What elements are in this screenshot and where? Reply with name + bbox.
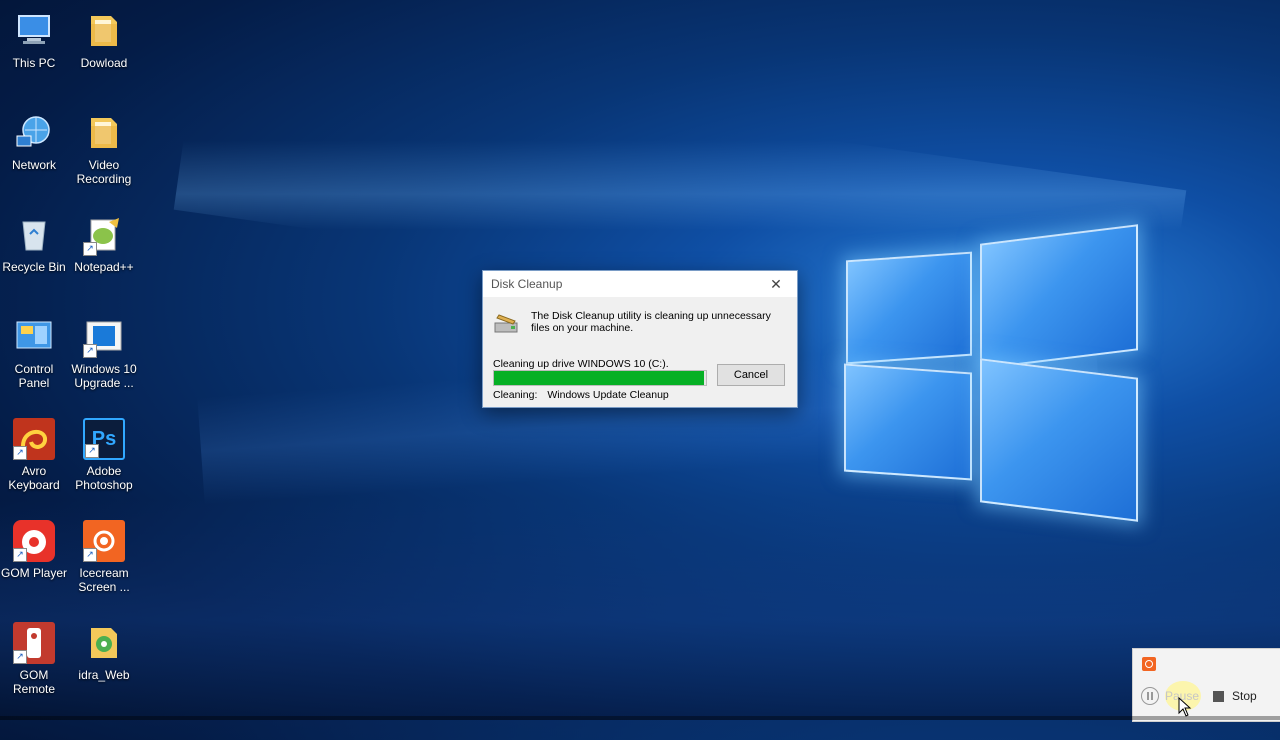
taskbar-edge xyxy=(0,716,1280,720)
shortcut-arrow-icon: ↗ xyxy=(83,242,97,256)
desktop-icon-notepad-plus-plus[interactable]: ↗ Notepad++ xyxy=(70,214,138,274)
desktop-icon-network[interactable]: Network xyxy=(0,112,68,172)
desktop-icon-adobe-photoshop[interactable]: Ps ↗ Adobe Photoshop xyxy=(70,418,138,492)
this-pc-icon xyxy=(13,10,55,52)
notepad-plus-plus-icon: ↗ xyxy=(83,214,125,256)
shortcut-arrow-icon: ↗ xyxy=(83,344,97,358)
cleanup-progress-bar xyxy=(493,370,707,386)
recycle-bin-icon xyxy=(13,214,55,256)
desktop-icon-label: Notepad++ xyxy=(74,260,134,274)
desktop-icon-avro-keyboard[interactable]: ↗ Avro Keyboard xyxy=(0,418,68,492)
folder-icon xyxy=(83,112,125,154)
gom-remote-icon: ↗ xyxy=(13,622,55,664)
desktop-icon-label: Recycle Bin xyxy=(2,260,66,274)
avro-keyboard-icon: ↗ xyxy=(13,418,55,460)
cancel-button[interactable]: Cancel xyxy=(717,364,785,386)
disk-cleanup-dialog: Disk Cleanup ✕ The Disk Cleanup utility … xyxy=(482,270,798,408)
shortcut-arrow-icon: ↗ xyxy=(13,650,27,664)
shortcut-arrow-icon: ↗ xyxy=(83,548,97,562)
desktop-icon-recycle-bin[interactable]: Recycle Bin xyxy=(0,214,68,274)
mouse-cursor-icon xyxy=(1178,697,1192,717)
desktop-icon-idra-web[interactable]: idra_Web xyxy=(70,622,138,682)
gom-player-icon: ↗ xyxy=(13,520,55,562)
desktop-icon-label: GOM Player xyxy=(0,566,67,580)
photoshop-icon: Ps ↗ xyxy=(83,418,125,460)
control-panel-icon xyxy=(13,316,55,358)
cleanup-status: Cleaning up drive WINDOWS 10 (C:). xyxy=(493,358,669,370)
dialog-message: The Disk Cleanup utility is cleaning up … xyxy=(531,310,771,334)
windows-logo-wallpaper xyxy=(840,216,1140,522)
windows-upgrade-icon: ↗ xyxy=(83,316,125,358)
stop-label: Stop xyxy=(1232,689,1257,703)
cleaning-label: Cleaning: xyxy=(493,389,538,401)
desktop-icon-label: Control Panel xyxy=(14,362,54,390)
desktop-icon-windows-10-upgrade[interactable]: ↗ Windows 10 Upgrade ... xyxy=(70,316,138,390)
progress-fill xyxy=(494,371,704,385)
disk-cleanup-icon xyxy=(493,311,521,337)
desktop-icon-label: Video Recording xyxy=(76,158,132,186)
desktop-icon-label: Avro Keyboard xyxy=(8,464,60,492)
shortcut-arrow-icon: ↗ xyxy=(85,444,99,458)
screen-recorder-widget: Pause Stop xyxy=(1132,648,1280,722)
folder-icon xyxy=(83,10,125,52)
shortcut-arrow-icon: ↗ xyxy=(13,446,27,460)
desktop-icon-label: Network xyxy=(11,158,56,172)
desktop-icon-this-pc[interactable]: This PC xyxy=(0,10,68,70)
desktop-icon-video-recording[interactable]: Video Recording xyxy=(70,112,138,186)
cleaning-row: Cleaning: Windows Update Cleanup xyxy=(493,389,669,401)
desktop-icon-label: Adobe Photoshop xyxy=(75,464,133,492)
desktop-icon-dowload[interactable]: Dowload xyxy=(70,10,138,70)
shortcut-arrow-icon: ↗ xyxy=(13,548,27,562)
cleaning-item: Windows Update Cleanup xyxy=(547,389,669,401)
dialog-title: Disk Cleanup xyxy=(491,277,563,291)
desktop-icon-icecream-screen[interactable]: ↗ Icecream Screen ... xyxy=(70,520,138,594)
desktop-icon-label: Dowload xyxy=(80,56,128,70)
desktop-icon-control-panel[interactable]: Control Panel xyxy=(0,316,68,390)
desktop-icon-label: This PC xyxy=(12,56,56,70)
icecream-recorder-icon: ↗ xyxy=(83,520,125,562)
wallpaper-floor-glow xyxy=(0,500,1280,740)
close-icon[interactable]: ✕ xyxy=(763,273,789,295)
stop-button[interactable]: Stop xyxy=(1213,689,1257,703)
desktop-icon-label: Windows 10 Upgrade ... xyxy=(71,362,137,390)
desktop-icon-label: GOM Remote xyxy=(12,668,56,696)
desktop-icon-label: idra_Web xyxy=(78,668,130,682)
stop-icon xyxy=(1213,690,1224,702)
network-icon xyxy=(13,112,55,154)
dialog-title-bar[interactable]: Disk Cleanup ✕ xyxy=(483,271,797,297)
desktop-icon-gom-player[interactable]: ↗ GOM Player xyxy=(0,520,68,580)
desktop-icon-label: Icecream Screen ... xyxy=(78,566,130,594)
folder-icon xyxy=(83,622,125,664)
icecream-recorder-icon xyxy=(1142,657,1156,671)
desktop-icon-gom-remote[interactable]: ↗ GOM Remote xyxy=(0,622,68,696)
pause-icon xyxy=(1141,687,1159,705)
